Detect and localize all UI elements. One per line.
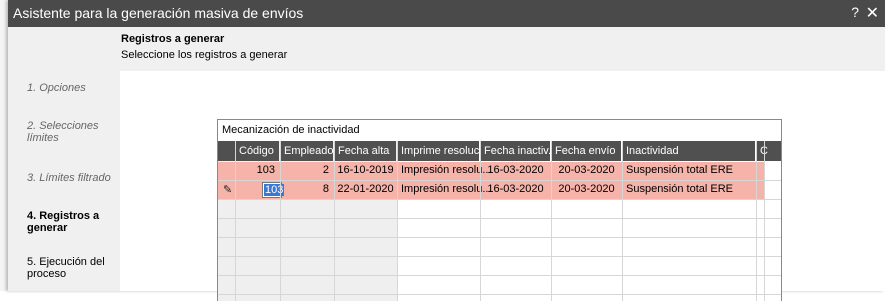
wizard-dialog: Asistente para la generación masiva de e… [8, 0, 885, 301]
step-label: 4. Registros a [27, 210, 100, 222]
grid-line [218, 199, 781, 200]
grid-line [218, 294, 781, 295]
close-button[interactable]: ✕ [866, 3, 879, 23]
step-label: 1. Opciones [27, 82, 86, 94]
records-grid: Código Empleado Fecha alta Imprime resol… [218, 141, 781, 301]
grid-line [397, 141, 398, 301]
step-title: Registros a generar [121, 33, 225, 45]
step-label: 5. Ejecución del [27, 256, 105, 268]
grid-line [218, 218, 781, 219]
header-indicator [218, 141, 235, 161]
cell-fecha-envio[interactable]: 20-03-2020 [551, 183, 622, 195]
records-panel: Mecanización de inactividad Código Emple… [217, 119, 782, 301]
cell-fecha-inactiv[interactable]: 16-03-2020 [480, 164, 551, 176]
header-label: Código [239, 145, 274, 157]
codigo-edit-input[interactable]: 103 [262, 182, 285, 198]
grid-line [334, 141, 335, 301]
step-label-line2: límites [27, 132, 59, 144]
cell-empleado[interactable]: 2 [280, 164, 329, 176]
step-4-registros[interactable]: 4. Registros a generar [27, 210, 99, 234]
header-label: Inactividad [626, 145, 679, 157]
title-bar: Asistente para la generación masiva de e… [8, 0, 885, 27]
wizard-header: Registros a generar Seleccione los regis… [8, 27, 885, 71]
step-2-selecciones[interactable]: 2. Selecciones límites [27, 120, 99, 144]
step-subtitle: Seleccione los registros a generar [121, 49, 288, 61]
header-fecha-inactiv[interactable]: Fecha inactiv. [480, 141, 552, 161]
cell-inactividad[interactable]: Suspensión total ERE [626, 183, 733, 195]
header-label: Fecha inactiv. [484, 145, 552, 157]
grid-line [622, 141, 623, 301]
cell-imprime[interactable]: Impresión resolu... [401, 183, 491, 195]
header-label: Fecha envío [555, 145, 616, 157]
step-label: 3. Límites filtrado [27, 172, 111, 184]
grid-line [218, 256, 781, 257]
grid-line [235, 141, 236, 301]
grid-line [218, 237, 781, 238]
dialog-title: Asistente para la generación masiva de e… [13, 5, 304, 21]
cell-fecha-alta[interactable]: 16-10-2019 [334, 164, 397, 176]
table-row[interactable]: ✎ 103 8 22-01-2020 Impresión resolu... 1… [218, 181, 764, 199]
cell-empleado[interactable]: 8 [280, 183, 329, 195]
grid-line [280, 141, 281, 301]
cell-fecha-inactiv[interactable]: 16-03-2020 [480, 183, 551, 195]
header-imprime[interactable]: Imprime resoluc... [397, 141, 488, 161]
step-1-opciones[interactable]: 1. Opciones [27, 82, 86, 94]
help-button[interactable]: ? [851, 4, 859, 20]
cell-imprime[interactable]: Impresión resolu... [401, 164, 491, 176]
edit-row-icon: ✎ [223, 184, 233, 196]
cell-fecha-alta[interactable]: 22-01-2020 [334, 183, 397, 195]
cell-codigo[interactable]: 103 [235, 164, 275, 176]
header-fecha-alta[interactable]: Fecha alta [334, 141, 396, 161]
header-c[interactable]: C [756, 141, 781, 161]
header-label: Fecha alta [338, 145, 390, 157]
step-label: 2. Selecciones [27, 120, 99, 132]
step-5-ejecucion[interactable]: 5. Ejecución del proceso [27, 256, 105, 280]
grid-line [218, 275, 781, 276]
table-row[interactable]: 103 2 16-10-2019 Impresión resolu... 16-… [218, 162, 764, 180]
step-label-line2: generar [27, 222, 68, 234]
header-empleado[interactable]: Empleado [280, 141, 334, 161]
grid-line [764, 141, 765, 301]
header-fecha-envio[interactable]: Fecha envío [551, 141, 621, 161]
cell-fecha-envio[interactable]: 20-03-2020 [551, 164, 622, 176]
grid-line [551, 141, 552, 301]
step-label-line2: proceso [27, 268, 67, 280]
grid-line [218, 180, 781, 181]
grid-line [480, 141, 481, 301]
grid-line [756, 141, 757, 301]
step-3-limites-filtrado[interactable]: 3. Límites filtrado [27, 172, 111, 184]
panel-title: Mecanización de inactividad [222, 124, 360, 136]
header-inactividad[interactable]: Inactividad [622, 141, 755, 161]
header-label: Empleado [284, 145, 334, 157]
wizard-steps: 1. Opciones 2. Selecciones límites 3. Lí… [8, 71, 120, 291]
header-label: Imprime resoluc... [401, 145, 489, 157]
cell-inactividad[interactable]: Suspensión total ERE [626, 164, 733, 176]
header-codigo[interactable]: Código [235, 141, 279, 161]
wizard-content: Mecanización de inactividad Código Emple… [120, 71, 885, 301]
